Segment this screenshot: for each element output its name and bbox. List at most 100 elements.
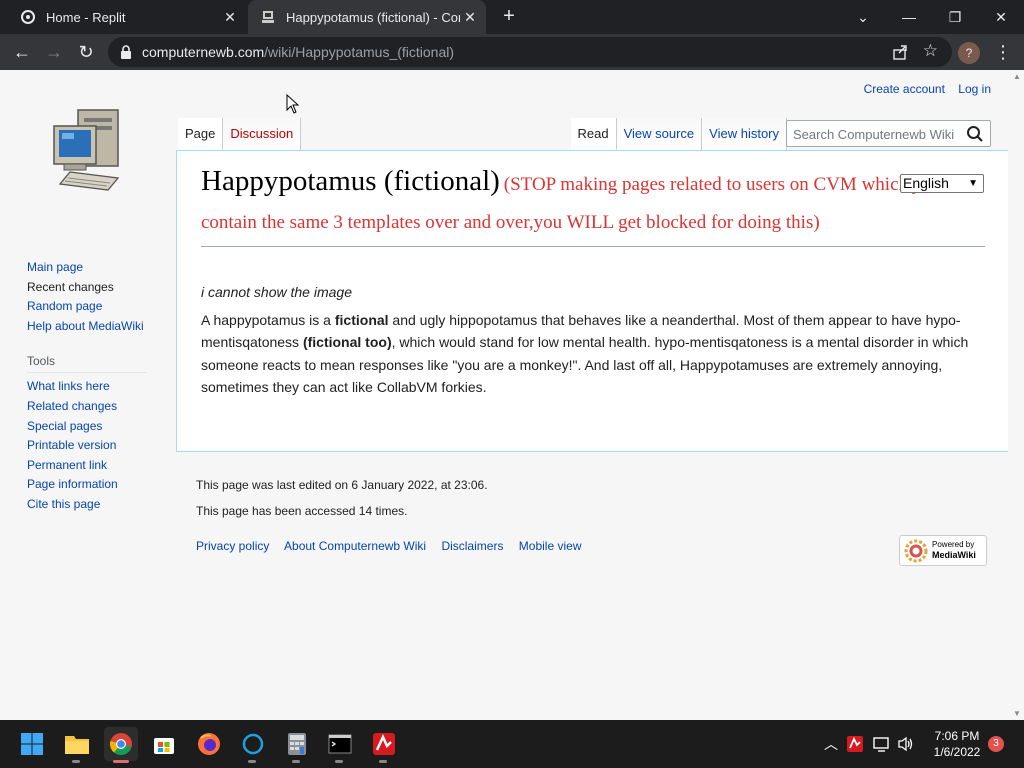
tab-page[interactable]: Page bbox=[178, 118, 224, 150]
back-button[interactable]: ← bbox=[9, 39, 35, 65]
taskbar-indicator bbox=[113, 760, 129, 763]
disclaimers-link[interactable]: Disclaimers bbox=[441, 539, 503, 553]
mouse-cursor-icon bbox=[286, 94, 300, 114]
sidebar-item-what-links-here[interactable]: What links here bbox=[27, 377, 157, 397]
wiki-favicon-icon bbox=[260, 9, 276, 25]
file-explorer-taskbar-button[interactable] bbox=[60, 727, 94, 763]
privacy-policy-link[interactable]: Privacy policy bbox=[196, 539, 269, 553]
tab-title: Happypotamus (fictional) - Computernewb … bbox=[286, 9, 460, 25]
search-icon[interactable] bbox=[966, 125, 984, 143]
tab-view-history[interactable]: View history bbox=[702, 118, 787, 150]
sidebar-item-recent-changes[interactable]: Recent changes bbox=[27, 278, 157, 298]
firefox-icon bbox=[198, 733, 220, 755]
forward-button[interactable]: → bbox=[41, 39, 67, 65]
store-taskbar-button[interactable] bbox=[147, 727, 181, 761]
avira-tray-icon[interactable] bbox=[846, 735, 864, 753]
system-tray: ︿ bbox=[820, 720, 915, 768]
footer-links: Privacy policy About Computernewb Wiki D… bbox=[196, 539, 594, 553]
last-edited-text: This page was last edited on 6 January 2… bbox=[196, 478, 488, 492]
calculator-icon bbox=[288, 733, 306, 755]
cortana-taskbar-button[interactable] bbox=[236, 727, 270, 763]
language-select[interactable]: English ▼ bbox=[900, 174, 984, 193]
close-tab-icon[interactable]: ✕ bbox=[460, 7, 480, 27]
sidebar-item-cite-this-page[interactable]: Cite this page bbox=[27, 495, 157, 515]
powered-line-2: MediaWiki bbox=[932, 550, 976, 560]
taskbar-indicator bbox=[292, 760, 300, 763]
windows-taskbar: ︿ 7:06 PM 1/6/2022 3 bbox=[0, 720, 1024, 768]
footer-info: This page was last edited on 6 January 2… bbox=[196, 478, 488, 530]
tab-search-icon[interactable]: ⌄ bbox=[840, 0, 886, 34]
chrome-icon bbox=[110, 733, 132, 755]
mobile-view-link[interactable]: Mobile view bbox=[519, 539, 582, 553]
sidebar-item-main-page[interactable]: Main page bbox=[27, 258, 157, 278]
scroll-up-icon[interactable]: ▲ bbox=[1013, 72, 1021, 81]
browser-tab-bar: Home - Replit ✕ Happypotamus (fictional)… bbox=[0, 0, 1024, 34]
page-scrollbar[interactable]: ▲ ▼ bbox=[1010, 70, 1024, 720]
share-icon[interactable] bbox=[892, 44, 908, 60]
tab-view-source-label: View source bbox=[623, 126, 695, 141]
taskbar-indicator bbox=[248, 760, 256, 763]
article-body: A happypotamus is a fictional and ugly h… bbox=[201, 309, 985, 399]
sidebar-item-printable-version[interactable]: Printable version bbox=[27, 436, 157, 456]
close-window-button[interactable]: ✕ bbox=[978, 0, 1024, 34]
tab-view-source[interactable]: View source bbox=[616, 118, 703, 150]
view-tabs: Read View source View history bbox=[570, 118, 787, 150]
network-icon[interactable] bbox=[873, 735, 891, 753]
tab-read[interactable]: Read bbox=[570, 118, 617, 150]
language-value: English bbox=[903, 175, 949, 191]
reload-button[interactable]: ↻ bbox=[73, 39, 99, 65]
sidebar: Main page Recent changes Random page Hel… bbox=[27, 258, 157, 515]
image-caption: i cannot show the image bbox=[201, 284, 352, 300]
tab-title: Home - Replit bbox=[46, 9, 126, 25]
volume-icon[interactable] bbox=[897, 735, 915, 753]
namespace-tabs: Page Discussion bbox=[178, 118, 302, 150]
tab-discussion-label: Discussion bbox=[230, 126, 294, 141]
lock-icon bbox=[121, 45, 131, 59]
windows-logo-icon bbox=[21, 733, 43, 755]
profile-avatar[interactable]: ? bbox=[958, 42, 980, 64]
wiki-page: Create account Log in Main page Recent c… bbox=[0, 70, 1024, 720]
taskbar-clock[interactable]: 7:06 PM 1/6/2022 bbox=[928, 728, 986, 760]
sidebar-item-permanent-link[interactable]: Permanent link bbox=[27, 456, 157, 476]
show-hidden-icons-chevron-icon[interactable]: ︿ bbox=[820, 734, 842, 754]
create-account-link[interactable]: Create account bbox=[864, 82, 945, 96]
browser-tab-wiki[interactable]: Happypotamus (fictional) - Computernewb … bbox=[248, 0, 486, 34]
notification-badge[interactable]: 3 bbox=[988, 736, 1004, 752]
bookmark-star-icon[interactable]: ☆ bbox=[923, 41, 938, 61]
clock-date: 1/6/2022 bbox=[933, 745, 981, 759]
search-input[interactable] bbox=[793, 125, 963, 143]
log-in-link[interactable]: Log in bbox=[958, 82, 991, 96]
address-bar[interactable]: computernewb.com/wiki/Happypotamus_(fict… bbox=[108, 37, 952, 67]
start-button[interactable] bbox=[15, 727, 49, 761]
tab-discussion[interactable]: Discussion bbox=[223, 118, 302, 150]
sidebar-item-page-information[interactable]: Page information bbox=[27, 475, 157, 495]
calculator-taskbar-button[interactable] bbox=[280, 727, 314, 763]
new-tab-button[interactable]: + bbox=[498, 6, 520, 28]
wiki-logo[interactable] bbox=[48, 108, 124, 192]
sidebar-item-related-changes[interactable]: Related changes bbox=[27, 397, 157, 417]
about-link[interactable]: About Computernewb Wiki bbox=[284, 539, 426, 553]
powered-by-mediawiki-badge[interactable]: Powered by MediaWiki bbox=[899, 535, 987, 566]
browser-menu-icon[interactable]: ⋮ bbox=[994, 40, 1012, 64]
minimize-button[interactable]: — bbox=[886, 0, 932, 34]
replit-favicon-icon bbox=[20, 9, 36, 25]
browser-tab-replit[interactable]: Home - Replit ✕ bbox=[8, 0, 246, 34]
restore-button[interactable]: ❐ bbox=[932, 0, 978, 34]
store-icon bbox=[154, 738, 174, 754]
terminal-taskbar-button[interactable] bbox=[323, 727, 357, 763]
tab-read-label: Read bbox=[577, 126, 609, 141]
sidebar-item-special-pages[interactable]: Special pages bbox=[27, 417, 157, 437]
avira-icon bbox=[373, 733, 395, 755]
chevron-down-icon: ▼ bbox=[968, 178, 978, 189]
avira-taskbar-button[interactable] bbox=[367, 727, 401, 763]
folder-icon bbox=[65, 736, 89, 754]
scroll-down-icon[interactable]: ▼ bbox=[1013, 709, 1021, 718]
close-tab-icon[interactable]: ✕ bbox=[220, 7, 240, 27]
url-host: computernewb.com bbox=[142, 44, 265, 60]
powered-by-text: Powered by MediaWiki bbox=[932, 540, 976, 561]
sidebar-item-random-page[interactable]: Random page bbox=[27, 297, 157, 317]
chrome-taskbar-button[interactable] bbox=[104, 727, 138, 763]
sidebar-item-help[interactable]: Help about MediaWiki bbox=[27, 317, 157, 337]
access-count-text: This page has been accessed 14 times. bbox=[196, 504, 408, 518]
firefox-taskbar-button[interactable] bbox=[192, 727, 226, 761]
